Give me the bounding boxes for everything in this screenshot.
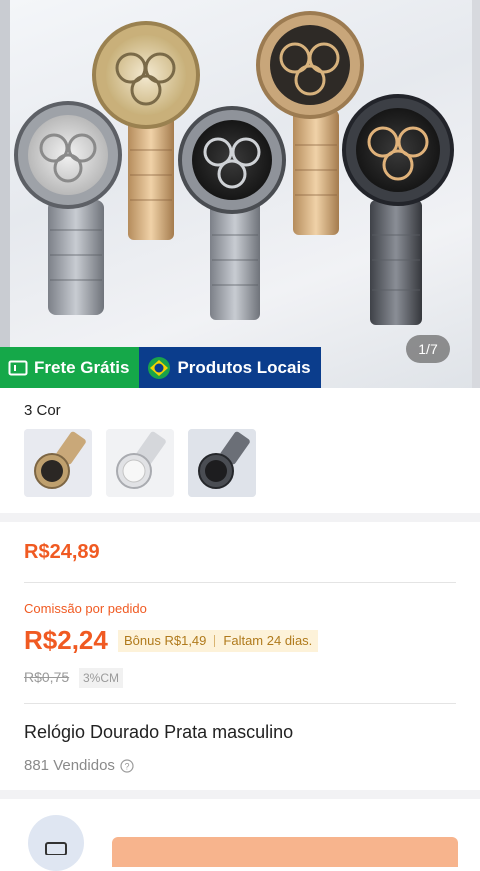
product-title: Relógio Dourado Prata masculino (24, 722, 294, 742)
commission-value: R$2,24 (24, 625, 108, 655)
image-edge (0, 0, 10, 388)
color-thumbnails (24, 429, 256, 497)
color-option-silver[interactable] (106, 429, 174, 497)
sold-count-text: 881 Vendidos (24, 757, 115, 774)
divider (24, 703, 456, 704)
image-counter: 1/7 (406, 335, 450, 363)
price-section: R$24,89 Comissão por pedido R$2,24 Bônus… (0, 522, 480, 790)
old-commission: R$0,75 (24, 669, 70, 685)
section-divider (0, 513, 480, 522)
free-shipping-badge: Frete Grátis (0, 347, 140, 388)
section-divider (0, 790, 480, 799)
product-photo (10, 0, 472, 388)
gold-watch-thumb (24, 429, 92, 497)
svg-text:?: ? (124, 761, 129, 771)
bonus-text: Bônus R$1,49 (124, 633, 207, 648)
bottom-action-bar (0, 799, 480, 871)
brazil-flag-icon (147, 356, 171, 380)
image-edge (472, 0, 480, 388)
ticket-icon (8, 359, 28, 377)
local-products-badge: Produtos Locais (139, 347, 321, 388)
local-products-label: Produtos Locais (177, 357, 311, 377)
primary-action-button[interactable] (112, 837, 458, 867)
store-icon (44, 841, 68, 860)
product-price: R$24,89 (24, 541, 100, 563)
bonus-tag: Bônus R$1,49 Faltam 24 dias. (118, 630, 319, 652)
watches-illustration (14, 11, 454, 325)
divider (24, 582, 456, 583)
question-icon[interactable]: ? (120, 758, 134, 773)
free-shipping-label: Frete Grátis (34, 357, 130, 377)
product-image-carousel[interactable]: 1/7 Frete Grátis Produtos Locais (0, 0, 480, 388)
commission-rate-tag: 3%CM (79, 668, 124, 688)
remaining-days-text: Faltam 24 dias. (223, 633, 313, 648)
bonus-separator (214, 635, 216, 647)
color-selector: 3 Cor (0, 388, 480, 513)
silver-watch-thumb (106, 429, 174, 497)
sold-count: 881 Vendidos ? (24, 757, 134, 774)
commission-label: Comissão por pedido (24, 601, 147, 616)
black-watch-thumb (188, 429, 256, 497)
color-option-gold[interactable] (24, 429, 92, 497)
color-option-black[interactable] (188, 429, 256, 497)
shipping-badges: Frete Grátis Produtos Locais (0, 347, 321, 388)
color-count-label: 3 Cor (24, 402, 61, 419)
